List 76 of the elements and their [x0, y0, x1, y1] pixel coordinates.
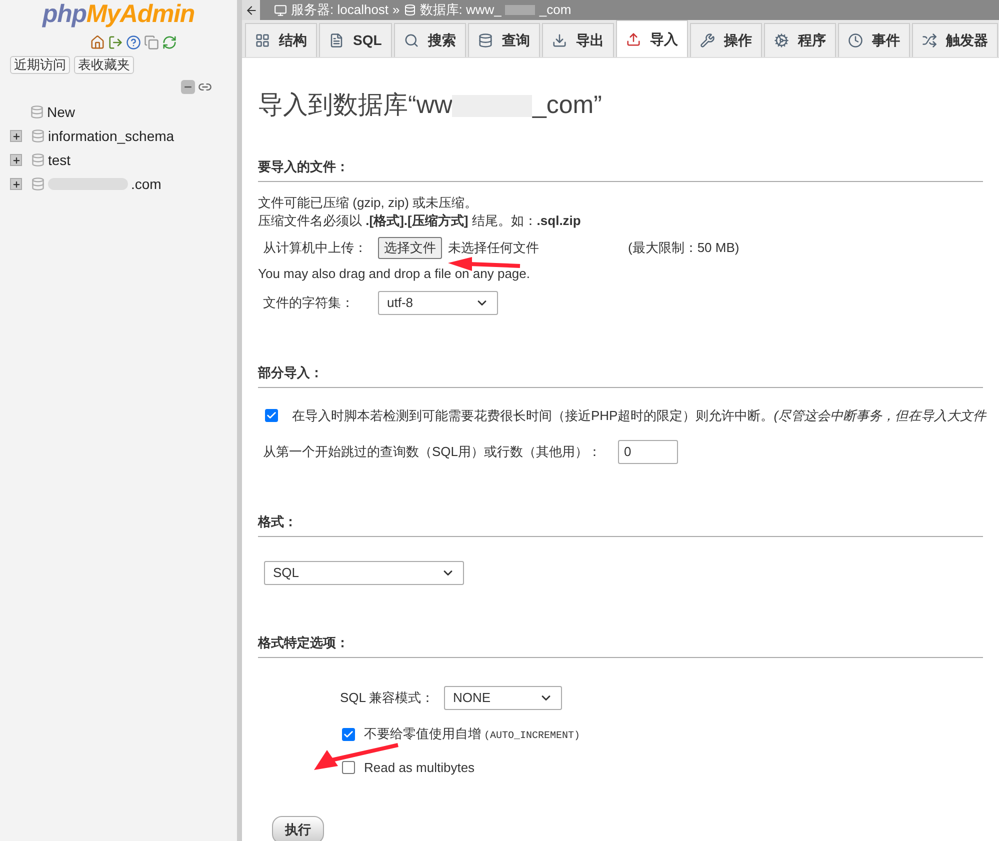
- info-text: 压缩文件名必须以 .[格式].[压缩方式] 结尾。如：.sql.zip: [258, 212, 582, 230]
- option-label: 不要给零值使用自增 (AUTO_INCREMENT): [364, 725, 580, 744]
- option-label: 在导入时脚本若检测到可能需要花费很长时间（接近PHP超时的限定）则允许中断。(尽管这会中断事务，但在导入大文件: [292, 406, 986, 425]
- breadcrumb-link[interactable]: 服务器: localhost: [291, 0, 389, 20]
- help-icon[interactable]: [126, 35, 141, 50]
- tab[interactable]: 触发器: [912, 23, 998, 57]
- reload-icon[interactable]: [162, 35, 177, 50]
- database-icon: [30, 105, 44, 119]
- tree-item[interactable]: information_schema: [48, 126, 174, 146]
- search-icon: [404, 33, 419, 48]
- grid-icon: [255, 33, 270, 48]
- expand-icon[interactable]: [10, 154, 22, 166]
- exit-icon[interactable]: [108, 35, 123, 50]
- hint-text: You may also drag and drop a file on any page.: [258, 265, 531, 283]
- tab[interactable]: 导出: [542, 23, 614, 57]
- checkbox[interactable]: [342, 761, 355, 774]
- option-label: Read as multibytes: [364, 759, 475, 777]
- wrench-icon: [700, 33, 715, 48]
- file-status: 未选择任何文件: [448, 239, 540, 258]
- expand-icon[interactable]: [10, 178, 22, 190]
- format-select[interactable]: SQL: [264, 561, 464, 585]
- skip-label: 从第一个开始跳过的查询数（SQL用）或行数（其他用）：: [263, 443, 602, 462]
- export-icon: [552, 33, 567, 48]
- separator: »: [392, 1, 400, 20]
- tree-item[interactable]: New: [47, 102, 76, 122]
- back-arrow-icon: [244, 4, 258, 16]
- tab[interactable]: 程序: [764, 23, 836, 57]
- database-icon: [31, 177, 45, 191]
- compat-select[interactable]: NONE: [444, 686, 562, 710]
- database-icon: [31, 129, 45, 143]
- tree-item[interactable]: test: [48, 150, 71, 170]
- documents-icon[interactable]: [144, 35, 159, 50]
- tab[interactable]: 查询: [468, 23, 540, 57]
- info-text: 文件可能已压缩 (gzip, zip) 或未压缩。: [258, 194, 479, 212]
- gear-icon: [774, 33, 789, 48]
- checkbox[interactable]: [342, 728, 355, 740]
- section-heading: 部分导入：: [258, 364, 323, 380]
- skip-input[interactable]: 0: [618, 440, 678, 464]
- compat-label: SQL 兼容模式：: [340, 689, 436, 708]
- tab[interactable]: 结构: [245, 23, 317, 57]
- home-icon[interactable]: [90, 35, 105, 50]
- document-icon: [329, 33, 344, 48]
- logo[interactable]: phpMyAdmin: [42, 0, 195, 28]
- back-button[interactable]: [242, 0, 260, 20]
- tab[interactable]: SQL: [319, 23, 392, 57]
- tab[interactable]: 事件: [838, 23, 910, 57]
- tree-item[interactable]: .com: [131, 174, 162, 194]
- import-icon: [626, 32, 641, 46]
- page-title: _com”: [532, 90, 602, 122]
- section-heading: 要导入的文件：: [258, 159, 349, 174]
- blurred-text: [505, 5, 536, 15]
- upload-label: 从计算机中上传：: [263, 239, 368, 258]
- charset-label: 文件的字符集：: [263, 294, 355, 312]
- page-title: 导入到数据库“ww: [258, 90, 452, 122]
- size-limit: (最大限制：50 MB): [628, 239, 740, 258]
- server-icon: [274, 4, 287, 16]
- tab[interactable]: 操作: [690, 23, 762, 57]
- database-icon: [31, 153, 45, 167]
- go-button[interactable]: 执行: [272, 816, 324, 841]
- collapse-all-icon[interactable]: [181, 80, 195, 94]
- clock-icon: [848, 33, 863, 48]
- checkbox[interactable]: [265, 408, 278, 422]
- shuffle-icon: [922, 33, 937, 48]
- choose-file-button[interactable]: 选择文件: [378, 237, 442, 259]
- expand-icon[interactable]: [10, 130, 22, 142]
- sidebar-button[interactable]: 表收藏夹: [74, 56, 134, 74]
- tab[interactable]: 导入: [616, 20, 688, 57]
- breadcrumb-link[interactable]: 数据库: www_: [420, 0, 502, 20]
- database-icon: [478, 33, 493, 48]
- sidebar-button[interactable]: 近期访问: [10, 56, 70, 74]
- charset-select[interactable]: utf-8: [378, 290, 498, 314]
- tab[interactable]: 搜索: [394, 23, 466, 57]
- section-heading: 格式：: [258, 514, 297, 529]
- database-icon: [404, 4, 416, 16]
- breadcrumb-link[interactable]: _com: [539, 0, 572, 20]
- section-heading: 格式特定选项：: [258, 635, 349, 650]
